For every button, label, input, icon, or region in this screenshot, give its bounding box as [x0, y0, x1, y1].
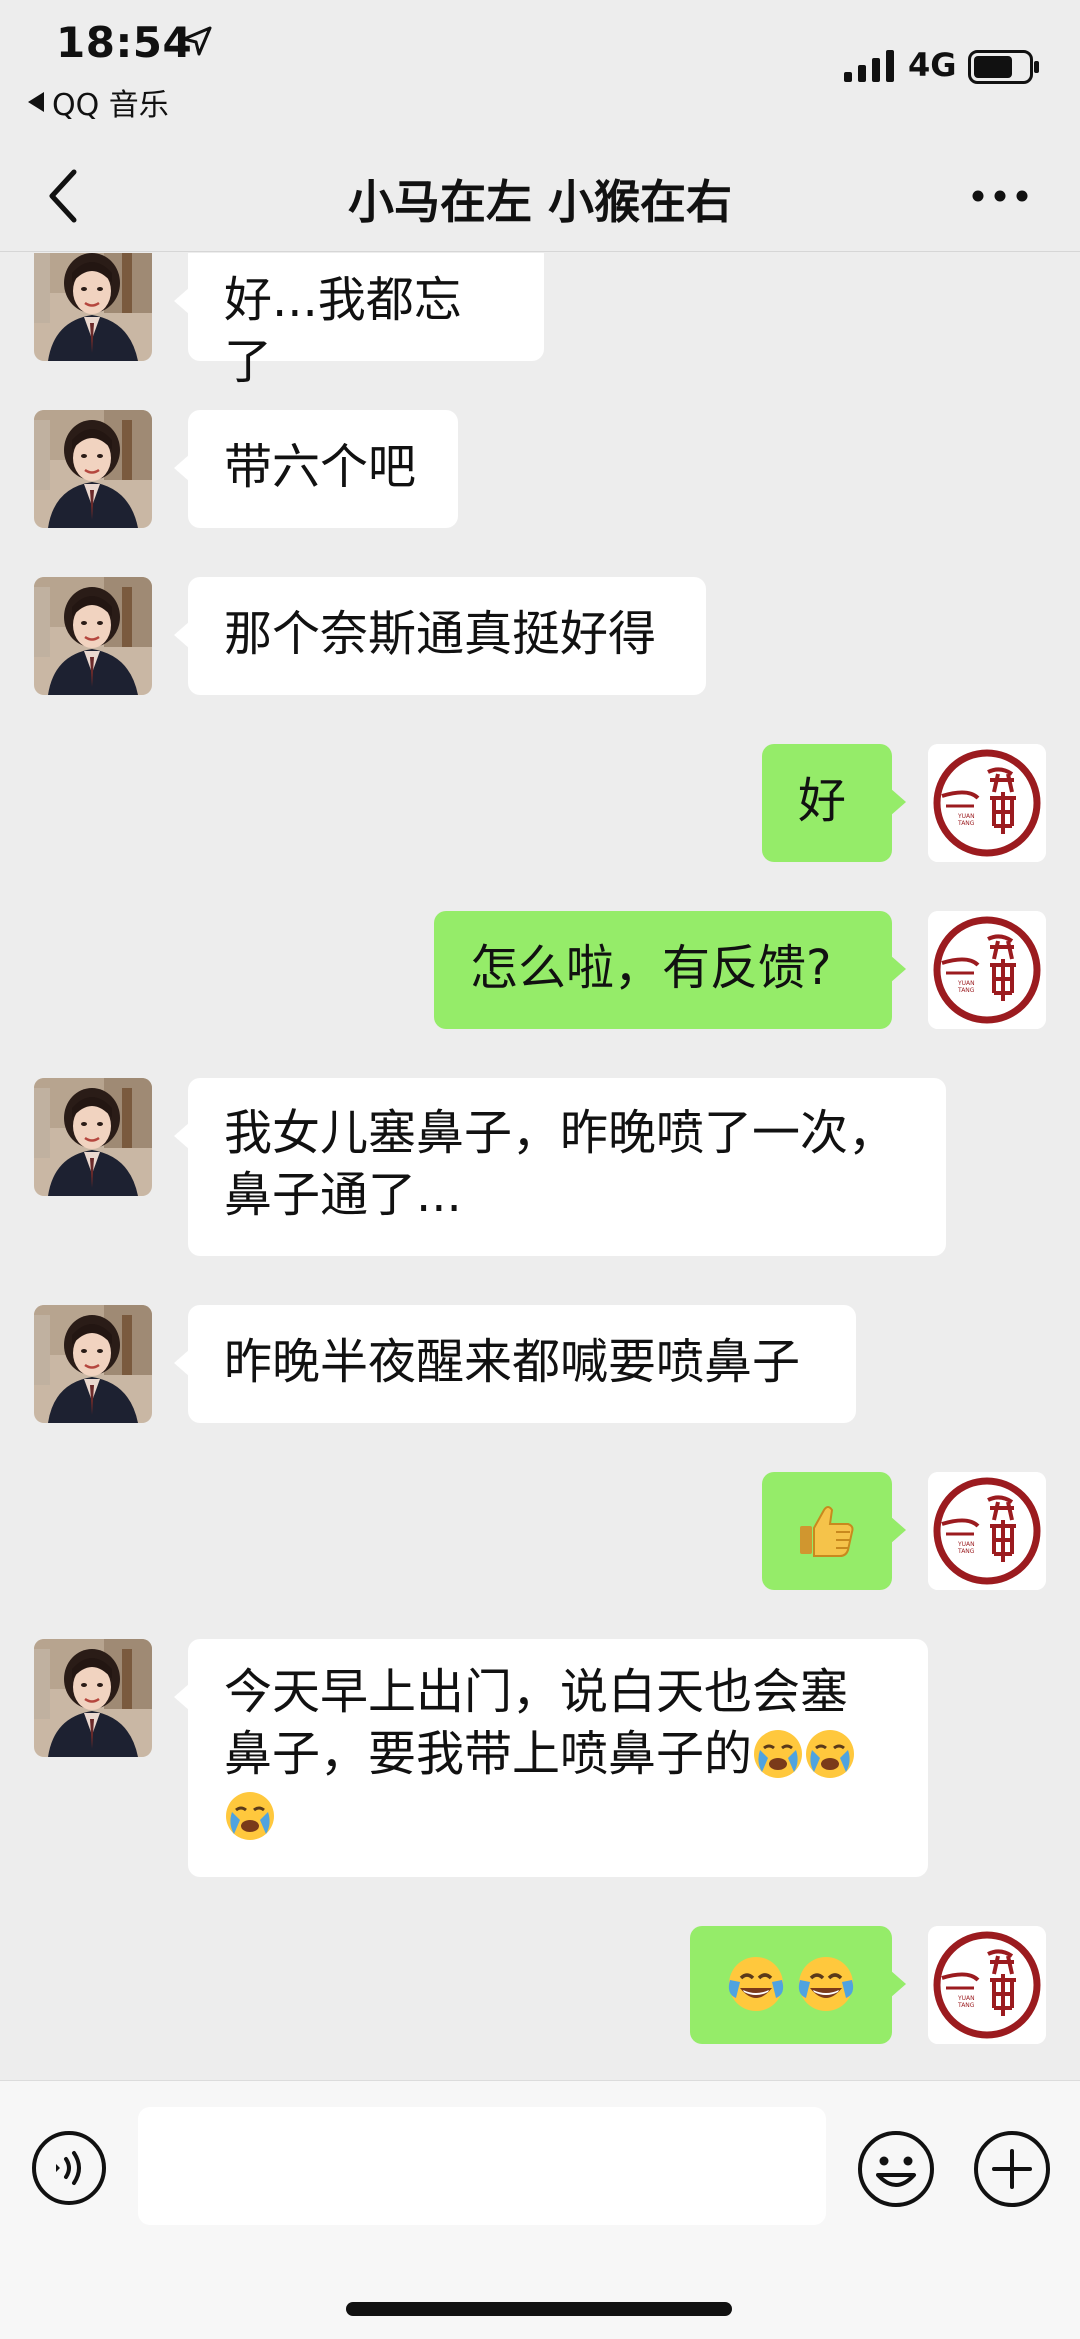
loudly-crying-emoji-icon	[752, 1728, 804, 1780]
plus-circle-icon[interactable]	[972, 2129, 1052, 2209]
input-bar	[0, 2080, 1080, 2339]
signal-bars-icon	[844, 50, 894, 82]
thumbs-up-icon	[800, 1506, 854, 1557]
message-row: 怎么啦，有反馈?	[0, 911, 1080, 1029]
contact-avatar[interactable]	[34, 1078, 152, 1196]
my-avatar-logo[interactable]	[928, 911, 1046, 1029]
message-line	[224, 1785, 892, 1847]
message-line: 今天早上出门，说白天也会塞	[224, 1664, 849, 1720]
chat-title: 小马在左 小猴在右	[347, 175, 732, 229]
contact-avatar[interactable]	[34, 410, 152, 528]
message-text: 鼻子，要我带上喷鼻子的	[224, 1726, 753, 1782]
loudly-crying-emoji-icon	[804, 1728, 856, 1780]
status-bar: 18:54 QQ 音乐 4G	[0, 0, 1080, 140]
voice-icon[interactable]	[30, 2129, 108, 2207]
received-message-bubble[interactable]: 我女儿塞鼻子，昨晚喷了一次， 鼻子通了...	[174, 1078, 946, 1256]
message-row: 带六个吧	[0, 410, 1080, 528]
location-arrow-icon	[182, 26, 212, 56]
message-row: 昨晚半夜醒来都喊要喷鼻子	[0, 1305, 1080, 1423]
loudly-crying-emoji-icon	[224, 1790, 276, 1842]
my-avatar-logo[interactable]	[928, 1472, 1046, 1590]
message-line: 鼻子，要我带上喷鼻子的	[224, 1723, 892, 1785]
network-type: 4G	[908, 46, 957, 84]
message-row	[0, 1926, 1080, 2044]
back-to-app-link[interactable]: QQ 音乐	[28, 80, 169, 124]
message-line: 鼻子通了...	[224, 1167, 462, 1223]
message-row: 我女儿塞鼻子，昨晚喷了一次， 鼻子通了...	[0, 1078, 1080, 1256]
sent-message-bubble[interactable]	[762, 1472, 906, 1590]
more-dots-icon[interactable]	[970, 184, 1030, 208]
contact-avatar[interactable]	[34, 1639, 152, 1757]
status-time: 18:54	[56, 18, 193, 67]
tears-of-joy-emoji-icon	[796, 1954, 856, 2014]
message-line: 我女儿塞鼻子，昨晚喷了一次，	[224, 1105, 897, 1161]
received-message-bubble[interactable]: 昨晚半夜醒来都喊要喷鼻子	[174, 1305, 856, 1423]
message-list[interactable]: 好...我都忘了 带六个吧 那个奈斯通真挺好得 好 怎么啦，有反馈? 我女儿塞鼻…	[0, 253, 1080, 2080]
received-message-bubble[interactable]: 带六个吧	[174, 410, 458, 528]
contact-avatar[interactable]	[34, 577, 152, 695]
contact-avatar[interactable]	[34, 1305, 152, 1423]
message-input[interactable]	[138, 2107, 826, 2225]
message-row: 好...我都忘了	[0, 253, 1080, 390]
tears-of-joy-emoji-icon	[726, 1954, 786, 2014]
my-avatar-logo[interactable]	[928, 1926, 1046, 2044]
message-row: 今天早上出门，说白天也会塞 鼻子，要我带上喷鼻子的	[0, 1639, 1080, 1877]
emoji-smile-icon[interactable]	[856, 2129, 936, 2209]
message-row	[0, 1472, 1080, 1590]
contact-avatar[interactable]	[34, 253, 152, 361]
my-avatar-logo[interactable]	[928, 744, 1046, 862]
sent-message-bubble[interactable]: 怎么啦，有反馈?	[434, 911, 906, 1029]
sent-message-bubble[interactable]	[690, 1926, 906, 2044]
sent-message-bubble[interactable]: 好	[762, 744, 906, 862]
received-message-bubble[interactable]: 今天早上出门，说白天也会塞 鼻子，要我带上喷鼻子的	[174, 1639, 928, 1877]
message-row: 好	[0, 744, 1080, 862]
back-triangle-icon	[28, 92, 44, 112]
battery-icon	[968, 50, 1039, 84]
message-row: 那个奈斯通真挺好得	[0, 577, 1080, 695]
received-message-bubble[interactable]: 好...我都忘了	[174, 253, 544, 390]
home-indicator[interactable]	[346, 2302, 732, 2316]
received-message-bubble[interactable]: 那个奈斯通真挺好得	[174, 577, 706, 695]
back-app-label: QQ 音乐	[52, 88, 169, 123]
chat-header: 小马在左 小猴在右	[0, 140, 1080, 252]
